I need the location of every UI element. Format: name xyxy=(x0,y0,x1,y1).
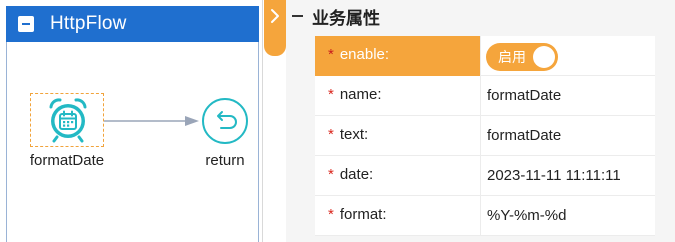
property-row-enable[interactable]: * enable: 启用 xyxy=(315,36,655,76)
enable-toggle-switch[interactable]: 启用 xyxy=(486,43,558,71)
flow-connector-arrow xyxy=(104,116,199,126)
collapse-properties-button[interactable] xyxy=(264,0,286,56)
section-collapse-icon[interactable] xyxy=(292,15,303,17)
flow-header: HttpFlow xyxy=(6,6,259,42)
properties-panel: 业务属性 * enable: 启用 * name: formatDate * text… xyxy=(286,0,675,242)
collapse-flow-button[interactable] xyxy=(18,16,34,32)
required-marker: * xyxy=(328,206,334,223)
node-label-formatdate: formatDate xyxy=(29,152,105,169)
property-row-name[interactable]: * name: formatDate xyxy=(315,76,655,116)
flow-canvas[interactable]: HttpFlow formatDate return xyxy=(0,0,263,242)
return-arrow-icon xyxy=(202,98,248,144)
property-key: * name: xyxy=(315,76,481,116)
section-header: 业务属性 xyxy=(286,0,675,33)
property-key: * format: xyxy=(315,196,481,236)
flow-title: HttpFlow xyxy=(50,13,127,34)
section-title: 业务属性 xyxy=(312,9,380,28)
property-key: * text: xyxy=(315,116,481,156)
required-marker: * xyxy=(328,126,334,143)
property-value-text[interactable]: formatDate xyxy=(487,116,561,156)
property-value-date[interactable]: 2023-11-11 11:11:11 xyxy=(487,156,621,196)
node-label-return: return xyxy=(205,152,245,169)
property-value-name[interactable]: formatDate xyxy=(487,76,561,116)
flow-node-return[interactable] xyxy=(201,97,249,145)
required-marker: * xyxy=(328,166,334,183)
required-marker: * xyxy=(328,46,334,63)
property-key: * enable: xyxy=(315,36,481,76)
property-key-label: text: xyxy=(339,126,369,143)
toggle-label: 启用 xyxy=(498,49,526,65)
toggle-knob xyxy=(533,46,555,68)
property-key: * date: xyxy=(315,156,481,196)
property-row-text[interactable]: * text: formatDate xyxy=(315,116,655,156)
required-marker: * xyxy=(328,86,334,103)
property-row-format[interactable]: * format: %Y-%m-%d xyxy=(315,196,655,236)
alarm-clock-calendar-icon xyxy=(49,98,87,143)
property-value-format[interactable]: %Y-%m-%d xyxy=(487,196,566,236)
property-key-label: enable: xyxy=(339,46,390,63)
property-row-date[interactable]: * date: 2023-11-11 11:11:11 xyxy=(315,156,655,196)
property-key-label: format: xyxy=(339,206,387,223)
property-key-label: date: xyxy=(339,166,374,183)
property-key-label: name: xyxy=(339,86,382,103)
flow-node-formatdate[interactable] xyxy=(30,93,104,147)
chevron-right-icon xyxy=(271,9,279,23)
